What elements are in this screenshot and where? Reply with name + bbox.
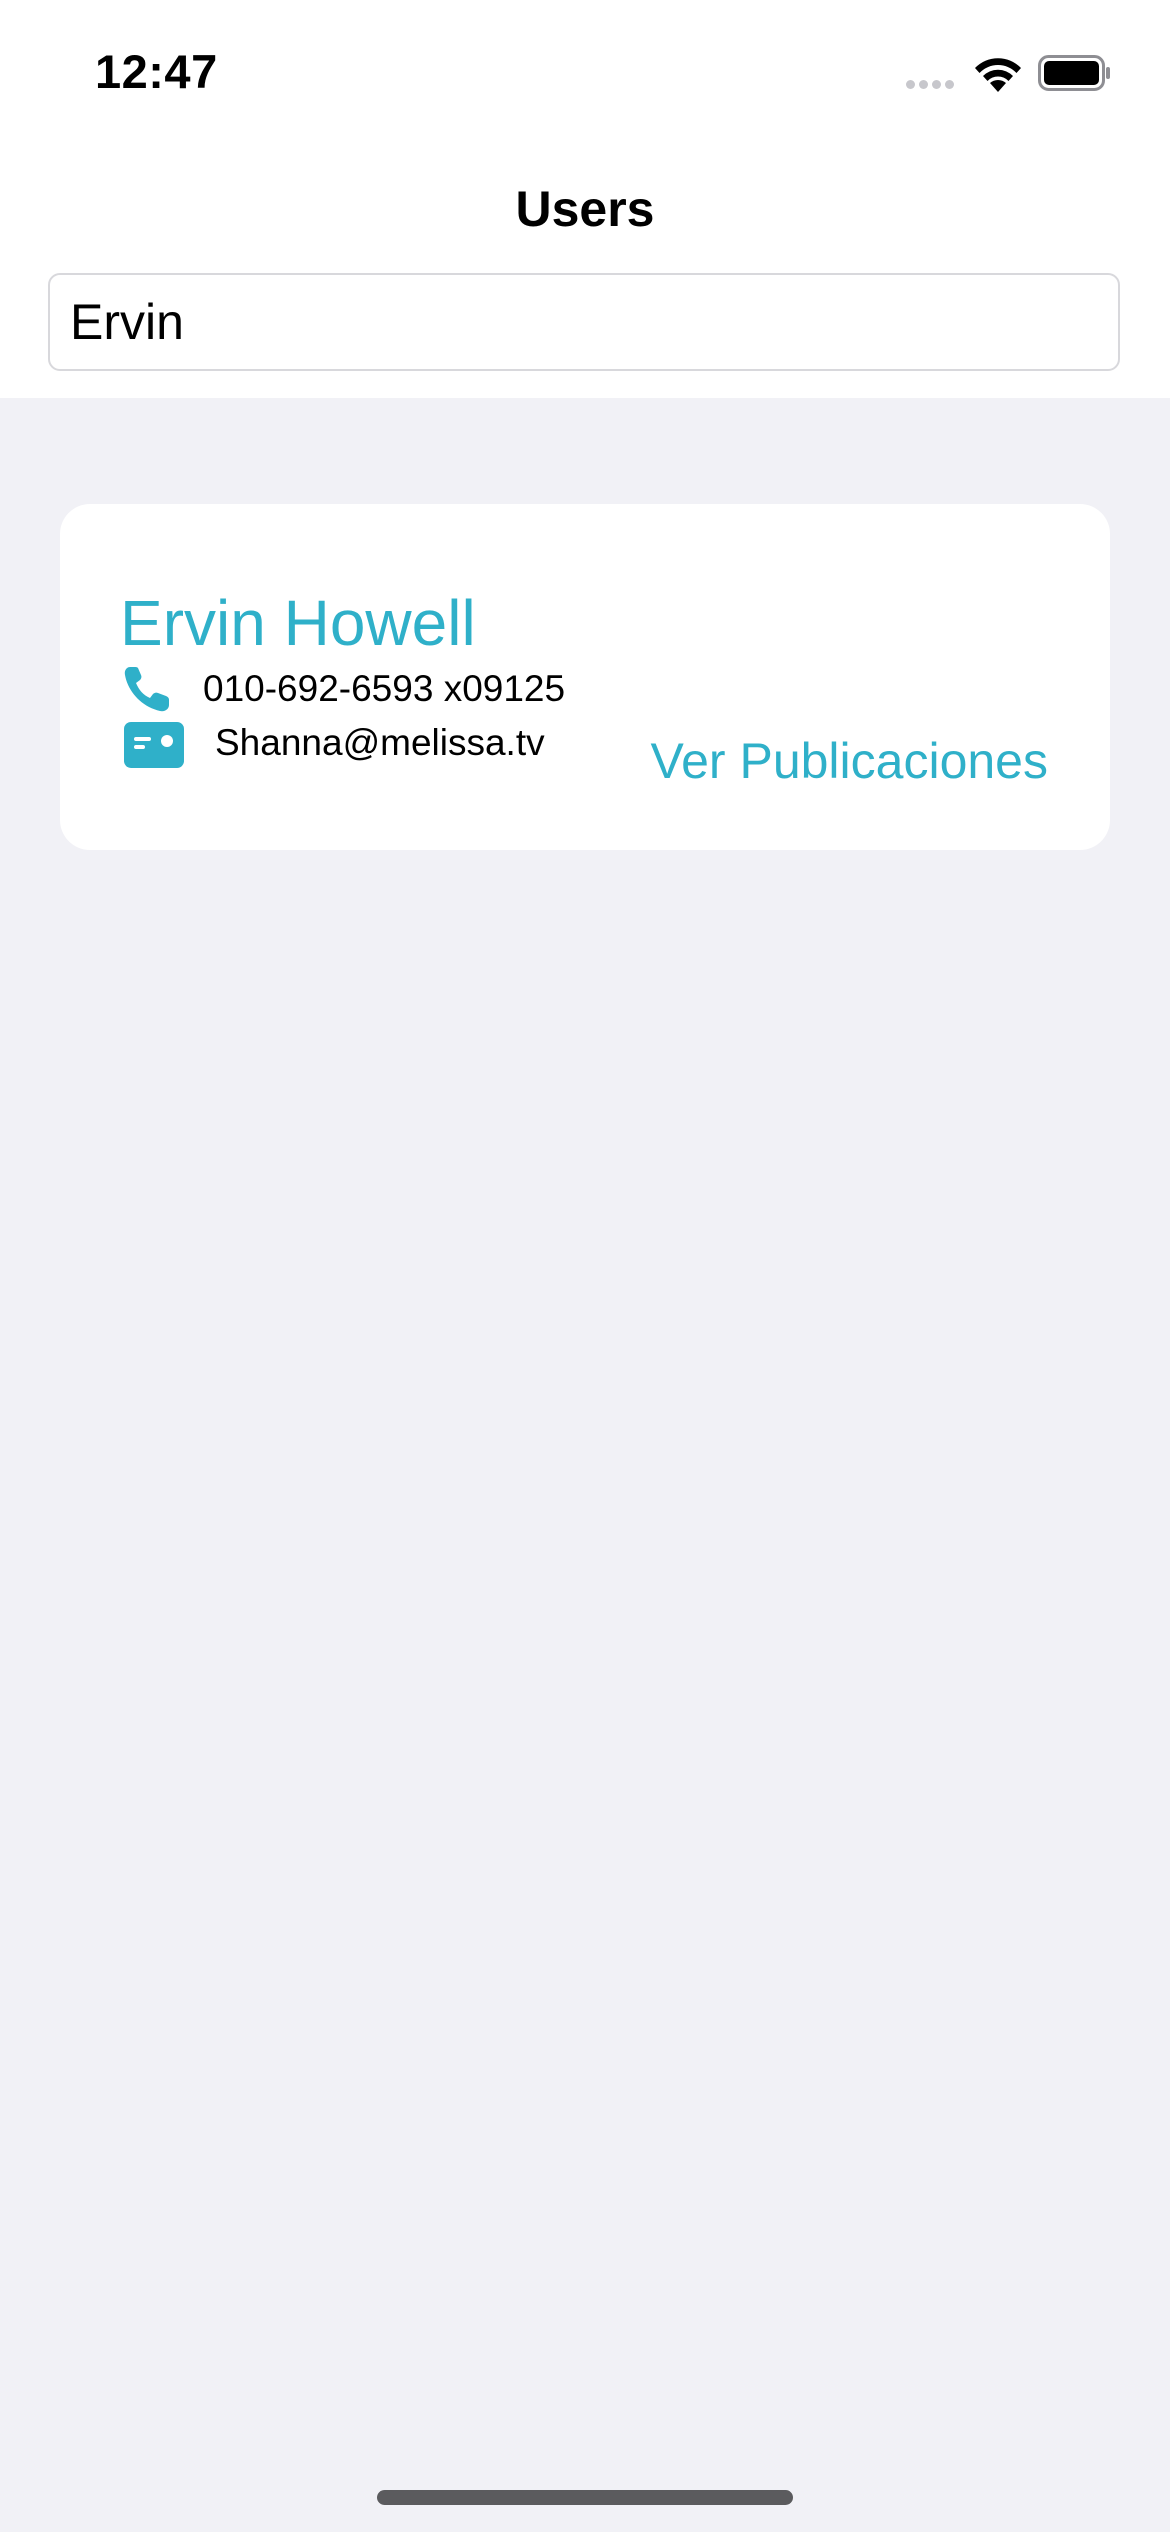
cellular-signal-icon <box>906 80 954 89</box>
wifi-icon <box>975 58 1021 92</box>
home-indicator[interactable] <box>377 2490 793 2505</box>
search-input[interactable] <box>48 273 1120 371</box>
user-phone: 010-692-6593 x09125 <box>203 668 566 709</box>
user-email: Shanna@melissa.tv <box>215 722 545 763</box>
page-title: Users <box>515 181 655 237</box>
user-name: Ervin Howell <box>120 587 476 659</box>
id-card-icon <box>124 722 184 768</box>
view-posts-button[interactable]: Ver Publicaciones <box>651 732 1048 790</box>
battery-icon <box>1038 55 1110 91</box>
user-card[interactable]: Ervin Howell 010-692-6593 x09125 Shanna@… <box>60 504 1110 850</box>
phone-icon <box>124 667 169 712</box>
header-area: 12:47 Users <box>0 0 1170 398</box>
status-time: 12:47 <box>95 45 218 98</box>
